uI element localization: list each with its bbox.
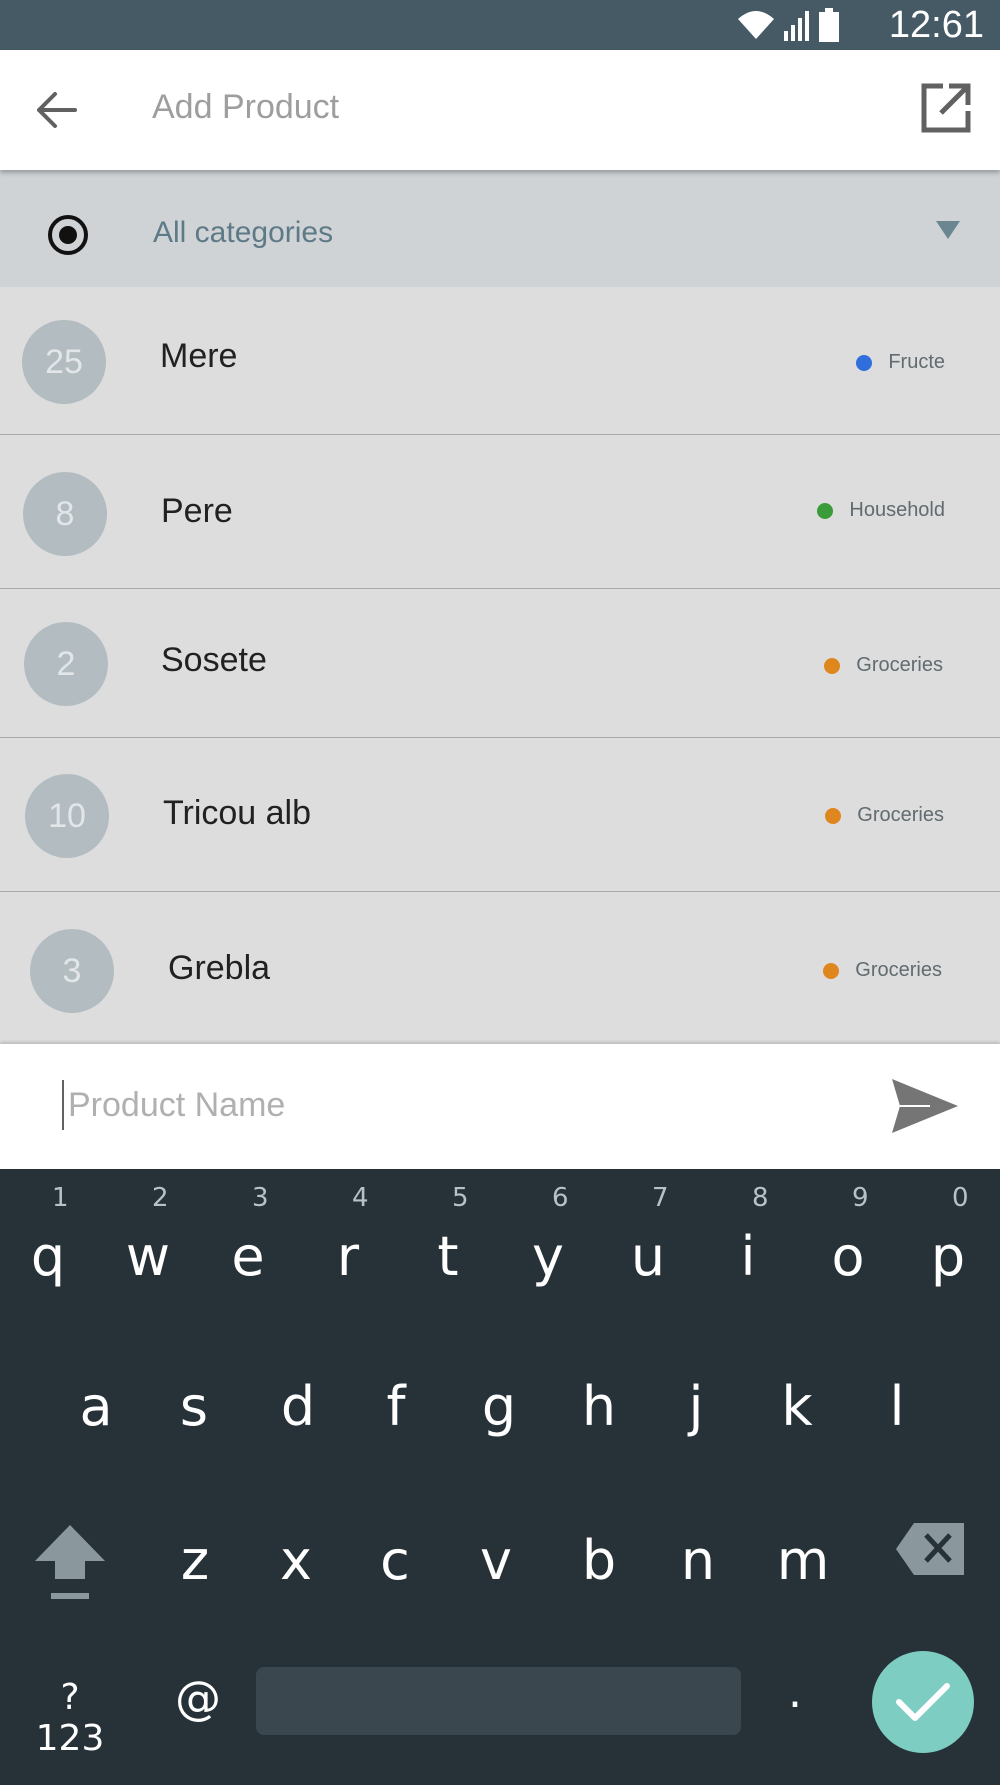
- key-g[interactable]: g: [469, 1375, 529, 1438]
- key-s[interactable]: s: [164, 1375, 224, 1438]
- status-icons: [736, 8, 840, 42]
- product-name-input[interactable]: [62, 1080, 862, 1130]
- shift-icon: [35, 1525, 105, 1599]
- list-item[interactable]: 2 Sosete Groceries: [0, 589, 1000, 738]
- category-color-dot: [856, 354, 873, 371]
- key-period[interactable]: .: [780, 1667, 810, 1718]
- product-name: Grebla: [168, 949, 271, 987]
- app-bar: Add Product: [0, 50, 1000, 170]
- key-p[interactable]: 0p: [918, 1183, 978, 1288]
- product-input-bar: [0, 1044, 1000, 1169]
- back-button[interactable]: [22, 80, 92, 140]
- key-v[interactable]: v: [466, 1529, 526, 1592]
- quantity-badge: 3: [30, 929, 114, 1013]
- open-in-new-icon: [921, 83, 971, 133]
- list-item[interactable]: 25 Mere Fructe: [0, 287, 1000, 435]
- category-color-dot: [823, 962, 840, 979]
- done-key[interactable]: [872, 1651, 974, 1753]
- key-h[interactable]: h: [569, 1375, 629, 1438]
- key-f[interactable]: f: [366, 1375, 426, 1438]
- quantity-badge: 8: [23, 472, 107, 556]
- list-item[interactable]: 10 Tricou alb Groceries: [0, 738, 1000, 892]
- key-u[interactable]: 7u: [618, 1183, 678, 1288]
- wifi-icon: [738, 11, 774, 39]
- key-at[interactable]: @: [168, 1671, 228, 1725]
- status-bar: 12:61: [0, 0, 1000, 50]
- status-time: 12:61: [888, 4, 984, 46]
- space-key[interactable]: [256, 1667, 741, 1735]
- key-n[interactable]: n: [668, 1529, 728, 1592]
- key-q[interactable]: 1q: [18, 1183, 78, 1288]
- list-item[interactable]: 3 Grebla Groceries: [0, 892, 1000, 1044]
- category-label: Groceries: [855, 959, 942, 981]
- send-button[interactable]: [890, 1074, 960, 1138]
- page-title: Add Product: [152, 88, 340, 126]
- arrow-back-icon: [37, 92, 77, 128]
- soft-keyboard: 1q 2w 3e 4r 5t 6y 7u 8i 9o 0p a s d f g …: [0, 1169, 1000, 1785]
- key-l[interactable]: l: [867, 1375, 927, 1438]
- filter-label: All categories: [153, 216, 334, 249]
- category-label: Groceries: [856, 654, 943, 676]
- category-color-dot: [825, 807, 842, 824]
- category-label: Household: [849, 499, 945, 521]
- key-x[interactable]: x: [266, 1529, 326, 1592]
- list-item[interactable]: 8 Pere Household: [0, 435, 1000, 589]
- quantity-badge: 2: [24, 622, 108, 706]
- key-d[interactable]: d: [268, 1375, 328, 1438]
- symbols-key[interactable]: ?123: [28, 1677, 112, 1759]
- category-label: Groceries: [857, 804, 944, 826]
- battery-icon: [819, 8, 839, 42]
- dropdown-arrow-icon[interactable]: [936, 221, 960, 239]
- key-r[interactable]: 4r: [318, 1183, 378, 1288]
- shift-key[interactable]: [30, 1521, 110, 1601]
- key-k[interactable]: k: [767, 1375, 827, 1438]
- key-i[interactable]: 8i: [718, 1183, 778, 1288]
- category-tag: Groceries: [825, 804, 944, 827]
- product-name: Pere: [161, 492, 233, 530]
- category-color-dot: [817, 502, 834, 519]
- backspace-key[interactable]: [894, 1521, 966, 1591]
- key-c[interactable]: c: [365, 1529, 425, 1592]
- category-color-dot: [824, 657, 841, 674]
- send-icon: [892, 1079, 958, 1133]
- key-y[interactable]: 6y: [518, 1183, 578, 1288]
- key-m[interactable]: m: [769, 1529, 837, 1592]
- quantity-badge: 25: [22, 320, 106, 404]
- product-list: 25 Mere Fructe 8 Pere Household 2 Sosete…: [0, 287, 1000, 1044]
- key-w[interactable]: 2w: [118, 1183, 178, 1288]
- category-label: Fructe: [888, 351, 945, 373]
- category-tag: Household: [817, 499, 945, 522]
- key-o[interactable]: 9o: [818, 1183, 878, 1288]
- open-in-new-button[interactable]: [914, 76, 978, 140]
- radio-button[interactable]: [48, 215, 88, 255]
- product-name: Tricou alb: [163, 794, 312, 832]
- backspace-icon: [896, 1523, 964, 1575]
- quantity-badge: 10: [25, 774, 109, 858]
- key-e[interactable]: 3e: [218, 1183, 278, 1288]
- category-tag: Groceries: [824, 654, 943, 677]
- key-b[interactable]: b: [569, 1529, 629, 1592]
- key-j[interactable]: j: [666, 1375, 726, 1438]
- check-icon: [896, 1683, 950, 1721]
- key-t[interactable]: 5t: [418, 1183, 478, 1288]
- product-name: Sosete: [161, 641, 267, 679]
- category-tag: Fructe: [856, 351, 945, 374]
- category-filter[interactable]: [0, 170, 1000, 287]
- key-z[interactable]: z: [165, 1529, 225, 1592]
- key-a[interactable]: a: [66, 1375, 126, 1438]
- product-name: Mere: [160, 337, 238, 375]
- category-tag: Groceries: [823, 959, 942, 982]
- signal-icon: [784, 11, 809, 41]
